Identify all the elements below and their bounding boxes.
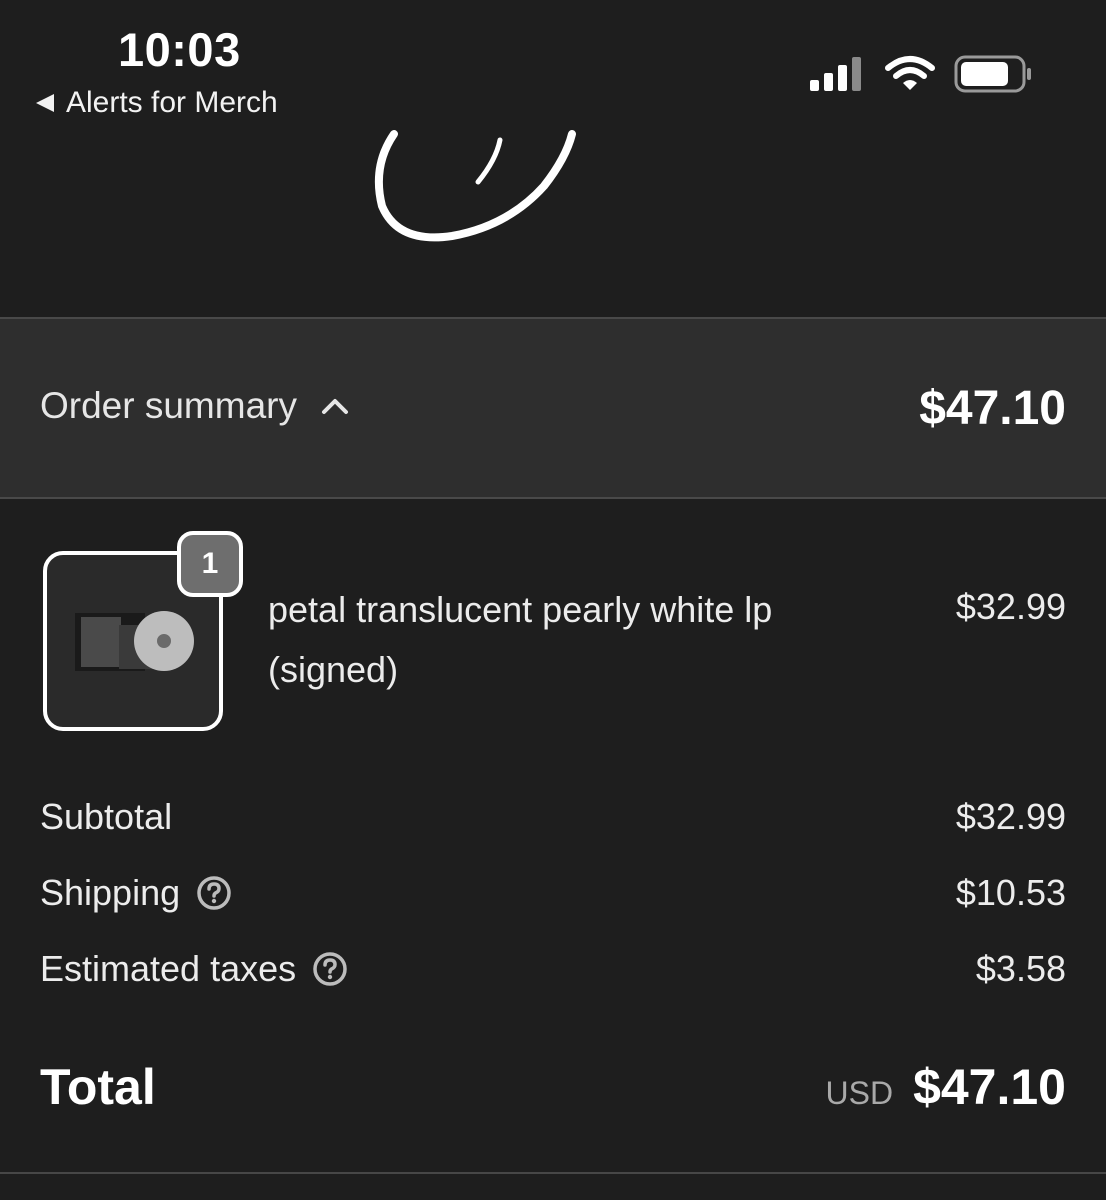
order-summary-total: $47.10 [919,382,1066,435]
subtotal-label: Subtotal [40,796,173,837]
subtotal-row: Subtotal $32.99 [40,796,1066,838]
taxes-label: Estimated taxes [40,948,297,989]
taxes-row: Estimated taxes $3.58 [40,948,1066,990]
back-link-label: Alerts for Merch [66,86,278,119]
order-summary-bar[interactable]: Order summary $47.10 [0,317,1106,499]
shipping-value: $10.53 [955,872,1066,913]
total-row: Total USD $47.10 [40,1058,1066,1116]
chevron-up-icon [321,399,348,414]
currency-code: USD [825,1075,894,1111]
divider [0,1172,1106,1174]
product-price: $32.99 [955,586,1066,627]
battery-icon [954,55,1031,93]
product-name: petal translucent pearly white lp (signe… [268,589,773,690]
shipping-row: Shipping $10.53 [40,872,1066,914]
signal-icon [810,57,861,91]
shipping-help-icon[interactable] [196,875,232,911]
total-label: Total [40,1059,156,1115]
wifi-icon [885,56,935,90]
status-time: 10:03 [118,23,241,76]
back-arrow-icon [36,94,54,112]
taxes-value: $3.58 [975,948,1066,989]
store-logo [374,130,576,242]
quantity-badge: 1 [177,531,243,597]
product-image [75,611,194,671]
order-summary-toggle[interactable]: Order summary [40,385,349,427]
subtotal-value: $32.99 [955,796,1066,837]
back-to-alerts-link[interactable]: Alerts for Merch [36,86,278,120]
grand-total-value: $47.10 [913,1059,1066,1115]
shipping-label: Shipping [40,872,181,913]
taxes-help-icon[interactable] [312,951,348,987]
order-summary-label: Order summary [40,385,297,426]
